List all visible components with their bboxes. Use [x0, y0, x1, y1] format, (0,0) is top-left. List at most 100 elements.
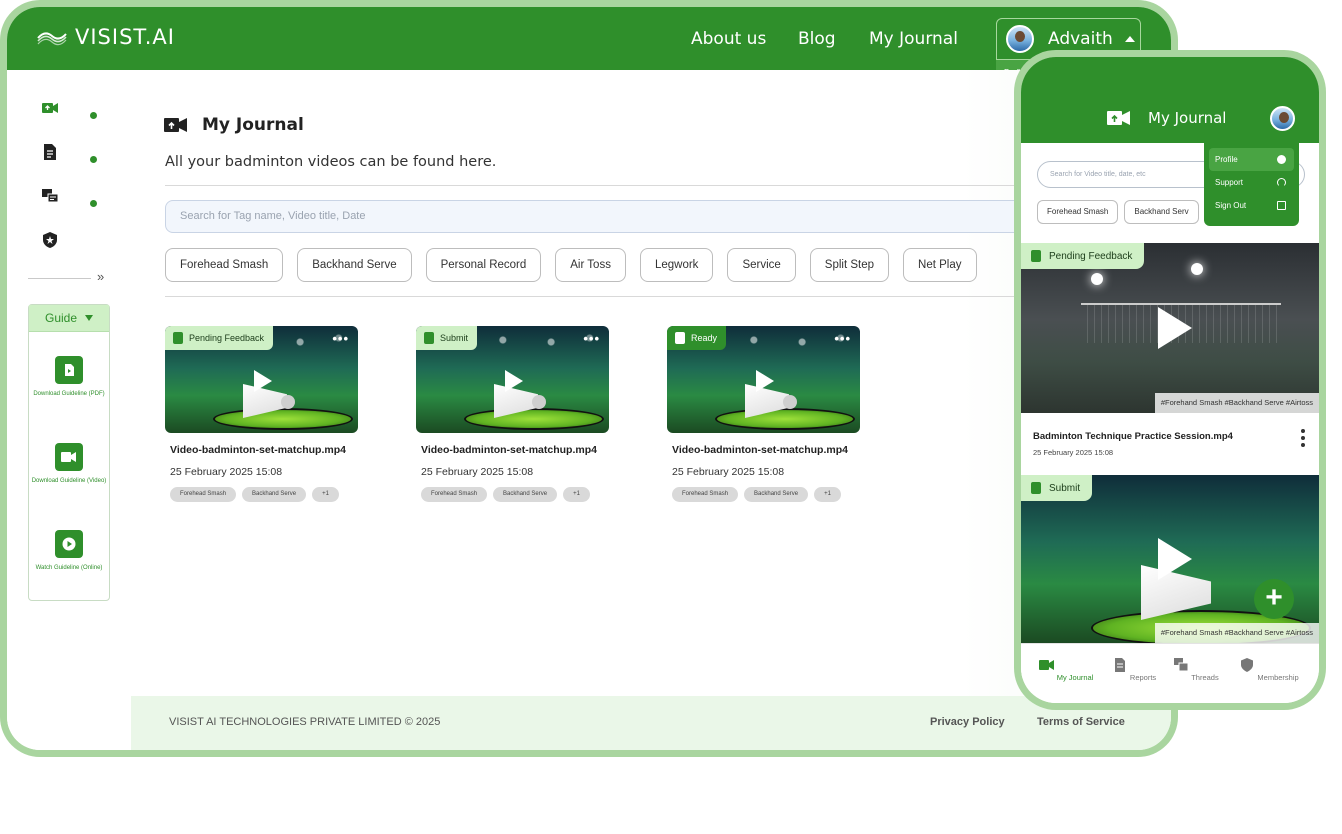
- court-light: [1091, 273, 1103, 285]
- user-icon: [1277, 155, 1286, 164]
- phone-user-menu: Profile Support Sign Out: [1204, 143, 1299, 226]
- play-icon[interactable]: [254, 370, 272, 392]
- expand-sidebar-icon[interactable]: »: [97, 269, 104, 284]
- video-thumbnail[interactable]: Pending Feedback •••: [165, 326, 358, 433]
- guide-watch-online[interactable]: Watch Guideline (Online): [29, 530, 109, 572]
- menu-profile[interactable]: Profile: [1209, 148, 1294, 171]
- guide-label: Download Guideline (Video): [31, 478, 107, 484]
- filter-chip[interactable]: Service: [727, 248, 796, 282]
- tab-label: Threads: [1191, 673, 1219, 682]
- nav-my-journal[interactable]: My Journal: [869, 29, 958, 49]
- filter-chip[interactable]: Forehead Smash: [165, 248, 284, 282]
- filter-chip[interactable]: Forehead Smash: [1037, 200, 1119, 224]
- user-name: Advaith: [1048, 29, 1113, 49]
- divider: [165, 185, 1065, 186]
- video-tag-more[interactable]: +1: [312, 487, 339, 502]
- sidebar: » Guide Download Guideline (PDF) Downloa…: [7, 70, 131, 750]
- tab-reports[interactable]: Reports: [1102, 658, 1166, 682]
- guide-toggle[interactable]: Guide: [29, 305, 109, 332]
- status-label: Pending Feedback: [1049, 250, 1133, 262]
- nav-about[interactable]: About us: [691, 29, 766, 49]
- search-input[interactable]: Search for Tag name, Video title, Date: [165, 200, 1065, 233]
- play-icon[interactable]: [1158, 538, 1192, 580]
- sidebar-dot: [90, 112, 97, 119]
- filter-chip[interactable]: Air Toss: [555, 248, 626, 282]
- filter-chip[interactable]: Personal Record: [425, 248, 542, 282]
- privacy-policy-link[interactable]: Privacy Policy: [930, 716, 1005, 728]
- tab-label: Reports: [1129, 673, 1157, 682]
- video-tag-more[interactable]: +1: [563, 487, 590, 502]
- status-badge: Ready: [667, 326, 727, 350]
- video-camera-icon: [164, 118, 187, 132]
- shield-icon[interactable]: [41, 231, 59, 249]
- sign-out-icon: [1277, 201, 1286, 210]
- phone-video-thumbnail[interactable]: Pending Feedback #Forehand Smash #Backha…: [1021, 243, 1319, 413]
- guide-label: Watch Guideline (Online): [35, 565, 103, 571]
- filter-chip[interactable]: Net Play: [903, 248, 977, 282]
- video-tag: Forehead Smash: [672, 487, 739, 502]
- video-card[interactable]: Submit ••• Video-badminton-set-matchup.m…: [416, 326, 609, 502]
- video-thumbnail[interactable]: Submit •••: [416, 326, 609, 433]
- status-badge: Pending Feedback: [165, 326, 274, 350]
- sidebar-dot: [90, 200, 97, 207]
- video-card[interactable]: Pending Feedback ••• Video-badminton-set…: [165, 326, 358, 502]
- menu-sign-out[interactable]: Sign Out: [1209, 194, 1294, 217]
- video-title: Video-badminton-set-matchup.mp4: [421, 444, 597, 456]
- brand-logo[interactable]: VISIST.AI: [37, 25, 175, 49]
- download-video-icon: [55, 443, 83, 471]
- headset-icon: [1277, 178, 1286, 187]
- more-options-icon[interactable]: •••: [583, 331, 600, 346]
- caret-down-icon: [85, 315, 94, 321]
- guide-download-video[interactable]: Download Guideline (Video): [29, 443, 109, 485]
- add-video-button[interactable]: +: [1254, 579, 1294, 619]
- status-label: Pending Feedback: [189, 333, 265, 343]
- guide-title: Guide: [44, 311, 78, 325]
- terms-of-service-link[interactable]: Terms of Service: [1037, 716, 1125, 728]
- logo-wave-icon: [37, 32, 67, 46]
- court-light: [1191, 263, 1203, 275]
- phone-header: My Journal: [1021, 57, 1319, 143]
- filter-chip[interactable]: Backhand Serve: [297, 248, 412, 282]
- video-thumbnail[interactable]: Ready •••: [667, 326, 860, 433]
- tab-threads[interactable]: Threads: [1164, 658, 1228, 682]
- guide-download-pdf[interactable]: Download Guideline (PDF): [29, 356, 109, 398]
- video-date: 25 February 2025 15:08: [421, 466, 534, 478]
- chat-icon[interactable]: [41, 187, 59, 205]
- more-options-icon[interactable]: •••: [834, 331, 851, 346]
- filter-chip[interactable]: Backhand Serv: [1124, 200, 1199, 224]
- phone-page-title: My Journal: [1148, 109, 1227, 127]
- clipboard-icon: [1031, 482, 1041, 494]
- document-icon[interactable]: [41, 143, 59, 161]
- upload-video-icon[interactable]: [41, 99, 59, 117]
- sidebar-dot: [90, 156, 97, 163]
- video-camera-icon: [1107, 111, 1130, 125]
- play-icon[interactable]: [756, 370, 774, 392]
- play-icon[interactable]: [1158, 307, 1192, 349]
- phone-frame: My Journal Search for Video title, date,…: [1014, 50, 1326, 710]
- page-title: My Journal: [202, 115, 304, 135]
- nav-blog[interactable]: Blog: [798, 29, 836, 49]
- shield-icon: [1241, 658, 1254, 672]
- tab-membership[interactable]: Membership: [1237, 658, 1301, 682]
- phone-video-info: Badminton Technique Practice Session.mp4…: [1021, 413, 1319, 475]
- filter-chip[interactable]: Split Step: [809, 248, 890, 282]
- status-badge: Submit: [1021, 475, 1093, 501]
- divider: [165, 296, 1065, 297]
- video-title: Video-badminton-set-matchup.mp4: [672, 444, 848, 456]
- tab-my-journal[interactable]: My Journal: [1034, 658, 1098, 682]
- menu-support[interactable]: Support: [1209, 171, 1294, 194]
- more-options-icon[interactable]: •••: [332, 331, 349, 346]
- video-tag-more[interactable]: +1: [814, 487, 841, 502]
- desktop-frame: VISIST.AI About us Blog My Journal Advai…: [0, 0, 1178, 757]
- filter-chip[interactable]: Legwork: [639, 248, 714, 282]
- download-pdf-icon: [55, 356, 83, 384]
- play-circle-icon: [55, 530, 83, 558]
- play-icon[interactable]: [505, 370, 523, 392]
- video-card[interactable]: Ready ••• Video-badminton-set-matchup.mp…: [667, 326, 860, 502]
- avatar[interactable]: [1270, 106, 1295, 131]
- avatar: [1006, 25, 1034, 53]
- desktop-window: VISIST.AI About us Blog My Journal Advai…: [7, 7, 1171, 750]
- footer: VISIST AI TECHNOLOGIES PRIVATE LIMITED ©…: [131, 696, 1171, 750]
- status-label: Submit: [440, 333, 469, 343]
- kebab-menu-icon[interactable]: [1301, 429, 1307, 450]
